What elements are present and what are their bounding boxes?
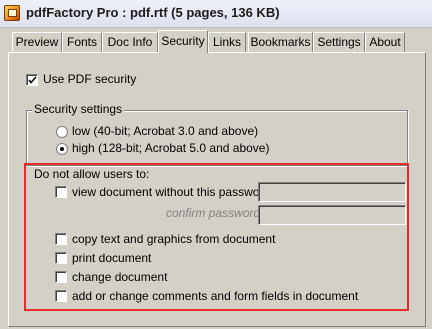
tab-doc-info[interactable]: Doc Info	[102, 32, 158, 52]
tab-links[interactable]: Links	[208, 32, 246, 52]
radio-selected-dot	[60, 147, 64, 151]
use-pdf-security-label: Use PDF security	[43, 72, 137, 86]
view-password-input[interactable]	[258, 182, 406, 202]
low-security-radio[interactable]	[56, 126, 68, 138]
tab-security[interactable]: Security	[158, 30, 208, 53]
print-document-label: print document	[72, 251, 152, 265]
low-security-label: low (40-bit; Acrobat 3.0 and above)	[72, 124, 259, 138]
tab-bookmarks[interactable]: Bookmarks	[248, 32, 313, 52]
security-settings-legend: Security settings	[32, 102, 125, 116]
tab-preview[interactable]: Preview	[12, 32, 62, 52]
print-document-checkbox[interactable]	[55, 252, 67, 264]
confirm-password-label: confirm password:	[166, 206, 264, 220]
high-security-label: high (128-bit; Acrobat 5.0 and above)	[72, 141, 270, 155]
copy-text-label: copy text and graphics from document	[72, 232, 276, 246]
tab-fonts[interactable]: Fonts	[62, 32, 102, 52]
tab-about[interactable]: About	[365, 32, 405, 52]
change-document-label: change document	[72, 270, 168, 284]
security-settings-group	[26, 110, 408, 166]
use-pdf-security-checkbox[interactable]	[26, 74, 38, 86]
add-comments-label: add or change comments and form fields i…	[72, 289, 359, 303]
pdffactory-app-icon[interactable]	[4, 5, 20, 21]
copy-text-checkbox[interactable]	[55, 233, 67, 245]
confirm-password-input[interactable]	[258, 205, 406, 225]
view-without-password-checkbox[interactable]	[55, 186, 67, 198]
tab-strip: Preview Fonts Doc Info Security Links Bo…	[0, 30, 432, 53]
title-bar: pdfFactory Pro : pdf.rtf (5 pages, 136 K…	[0, 0, 432, 28]
add-comments-checkbox[interactable]	[55, 290, 67, 302]
checkmark-icon	[28, 76, 37, 84]
change-document-checkbox[interactable]	[55, 271, 67, 283]
high-security-radio[interactable]	[56, 143, 68, 155]
restrictions-heading: Do not allow users to:	[34, 167, 150, 181]
tab-settings[interactable]: Settings	[313, 32, 365, 52]
view-without-password-label: view document without this password:	[72, 185, 274, 199]
window-title: pdfFactory Pro : pdf.rtf (5 pages, 136 K…	[26, 5, 280, 20]
